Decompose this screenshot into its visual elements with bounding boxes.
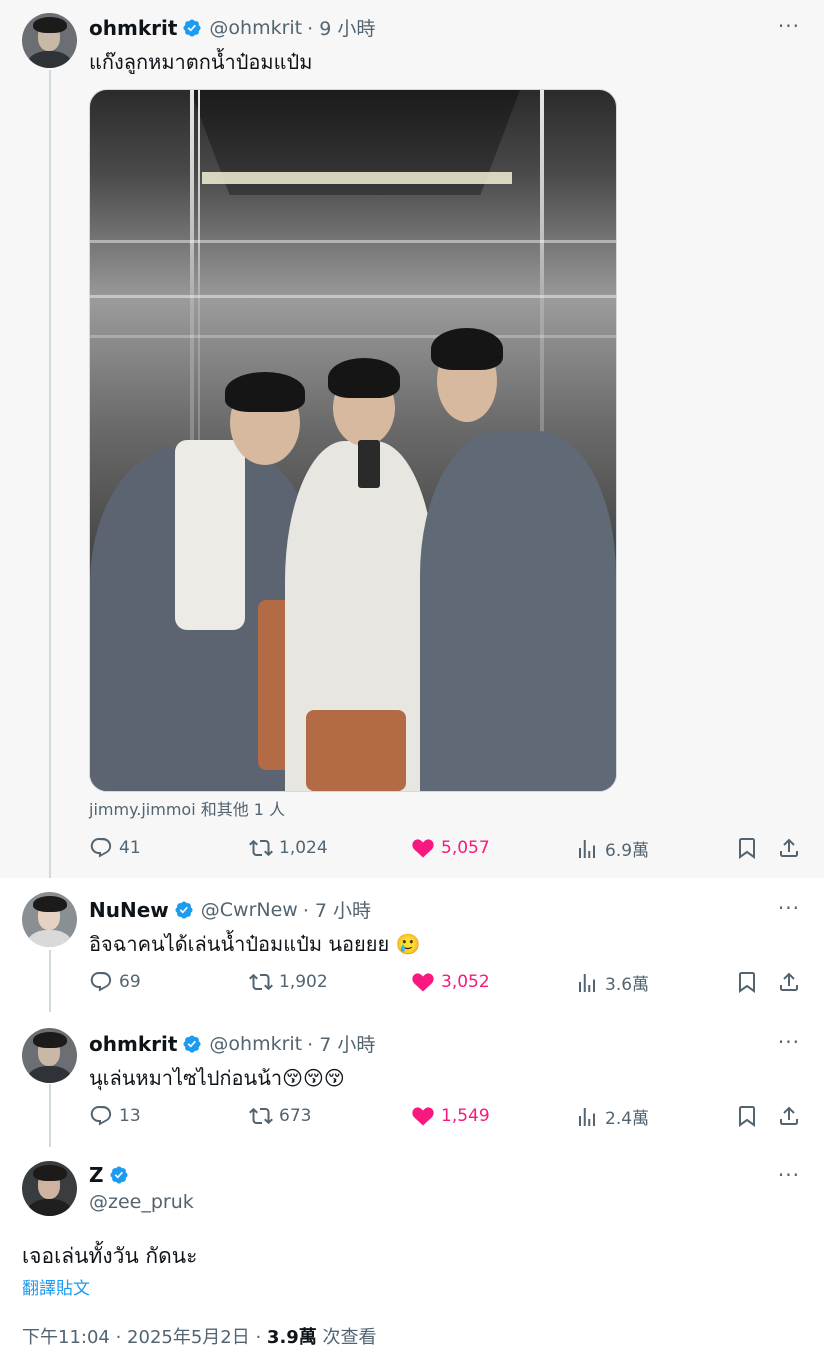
handle[interactable]: @ohmkrit [209,1033,302,1055]
bar-chart-icon [579,1107,595,1126]
verified-badge-icon [175,900,193,919]
display-name[interactable]: NuNew [89,898,169,922]
heart-icon [412,1107,434,1126]
timestamp[interactable]: · 7 小時 [303,896,371,923]
retweet-count: 1,024 [279,838,328,858]
bookmark-icon [739,1106,755,1127]
views-label: 次查看 [316,1327,377,1348]
emoji: 😚😚😚 [282,1066,345,1090]
bar-chart-icon [579,973,595,992]
reply-count: 69 [119,972,141,992]
tweet-text: เจอเล่นทั้งวัน กัดนะ [22,1244,198,1268]
tweet-2[interactable]: NuNew @CwrNew · 7 小時 ··· อิจฉาคนได้เล่นน… [0,878,824,1012]
reply-count: 41 [119,838,141,858]
emoji: 🥲 [395,932,421,956]
tweet-meta: 下午11:04 · 2025年5月2日 · 3.9萬 次查看 [22,1323,377,1349]
avatar[interactable] [22,1028,77,1083]
retweet-button[interactable]: 1,902 [249,970,328,994]
reply-button[interactable]: 13 [89,1104,141,1128]
reply-icon [90,1106,112,1126]
tagged-people[interactable]: jimmy.jimmoi 和其他 1 人 [89,796,285,820]
like-count: 1,549 [441,1106,490,1126]
avatar[interactable] [22,13,77,68]
display-name[interactable]: ohmkrit [89,1032,177,1056]
retweet-count: 1,902 [279,972,328,992]
bookmark-icon [739,838,755,859]
handle[interactable]: @ohmkrit [209,17,302,39]
bookmark-icon [739,972,755,993]
thread-line [49,70,51,878]
verified-badge-icon [183,18,201,37]
retweet-icon [249,839,273,857]
tweet-text: แก๊งลูกหมาตกน้ำป๋อมแป๋ม [89,50,313,74]
handle[interactable]: @zee_pruk [89,1191,194,1213]
share-button[interactable] [777,836,807,860]
like-count: 3,052 [441,972,490,992]
tweet-text: อิจฉาคนได้เล่นน้ำป๋อมแป๋ม นอยยย 🥲 [89,932,421,956]
like-button[interactable]: 3,052 [411,970,490,994]
share-icon [780,838,798,857]
more-icon[interactable]: ··· [778,1163,800,1187]
reply-icon [90,972,112,992]
retweet-icon [249,973,273,991]
timestamp[interactable]: · 7 小時 [307,1030,375,1057]
more-icon[interactable]: ··· [778,896,800,920]
display-name[interactable]: Z [89,1163,104,1187]
views-count: 3.6萬 [605,975,650,995]
post-time[interactable]: 下午11:04 · 2025年5月2日 · [22,1327,267,1348]
action-bar: 41 1,024 5,057 6.9萬 [89,836,801,864]
views-count: 3.9萬 [266,1327,317,1348]
retweet-button[interactable]: 1,024 [249,836,328,860]
tweet-photo[interactable] [89,89,617,792]
bar-chart-icon [579,839,595,858]
verified-badge-icon [109,1166,128,1184]
thread-line [49,950,51,1012]
share-button[interactable] [777,970,807,994]
views-button[interactable]: 6.9萬 [575,836,649,861]
action-bar: 69 1,902 3,052 3.6萬 [89,970,801,998]
more-icon[interactable]: ··· [778,14,800,38]
views-button[interactable]: 3.6萬 [575,970,649,995]
bookmark-button[interactable] [735,970,765,994]
handle[interactable]: @CwrNew [201,899,298,921]
like-button[interactable]: 1,549 [411,1104,490,1128]
avatar[interactable] [22,1161,77,1216]
avatar[interactable] [22,892,77,947]
display-name[interactable]: ohmkrit [89,16,177,40]
heart-icon [412,973,434,992]
reply-button[interactable]: 41 [89,836,141,860]
views-count: 6.9萬 [605,841,650,861]
share-icon [780,972,798,991]
more-icon[interactable]: ··· [778,1030,800,1054]
retweet-icon [249,1107,273,1125]
share-icon [780,1106,798,1125]
reply-button[interactable]: 69 [89,970,141,994]
like-button[interactable]: 5,057 [411,836,490,860]
views-button[interactable]: 2.4萬 [575,1104,649,1129]
share-button[interactable] [777,1104,807,1128]
thread-line [49,1084,51,1147]
views-count: 2.4萬 [605,1109,650,1129]
timestamp[interactable]: · 9 小時 [307,14,375,41]
retweet-count: 673 [279,1106,312,1126]
main-tweet: Z @zee_pruk ··· เจอเล่นทั้งวัน กัดนะ 翻譯貼… [0,1147,824,1367]
like-count: 5,057 [441,838,490,858]
reply-icon [90,838,112,858]
translate-link[interactable]: 翻譯貼文 [22,1274,90,1299]
retweet-button[interactable]: 673 [249,1104,311,1128]
tweet-3[interactable]: ohmkrit @ohmkrit · 7 小時 ··· นุเล่นหมาไซไ… [0,1012,824,1147]
bookmark-button[interactable] [735,1104,765,1128]
verified-badge-icon [183,1034,201,1053]
bookmark-button[interactable] [735,836,765,860]
heart-icon [412,839,434,858]
tweet-1[interactable]: ohmkrit @ohmkrit · 9 小時 ··· แก๊งลูกหมาตก… [0,0,824,878]
reply-count: 13 [119,1106,141,1126]
tweet-text: นุเล่นหมาไซไปก่อนน้า😚😚😚 [89,1066,345,1090]
action-bar: 13 673 1,549 2.4萬 [89,1104,801,1132]
